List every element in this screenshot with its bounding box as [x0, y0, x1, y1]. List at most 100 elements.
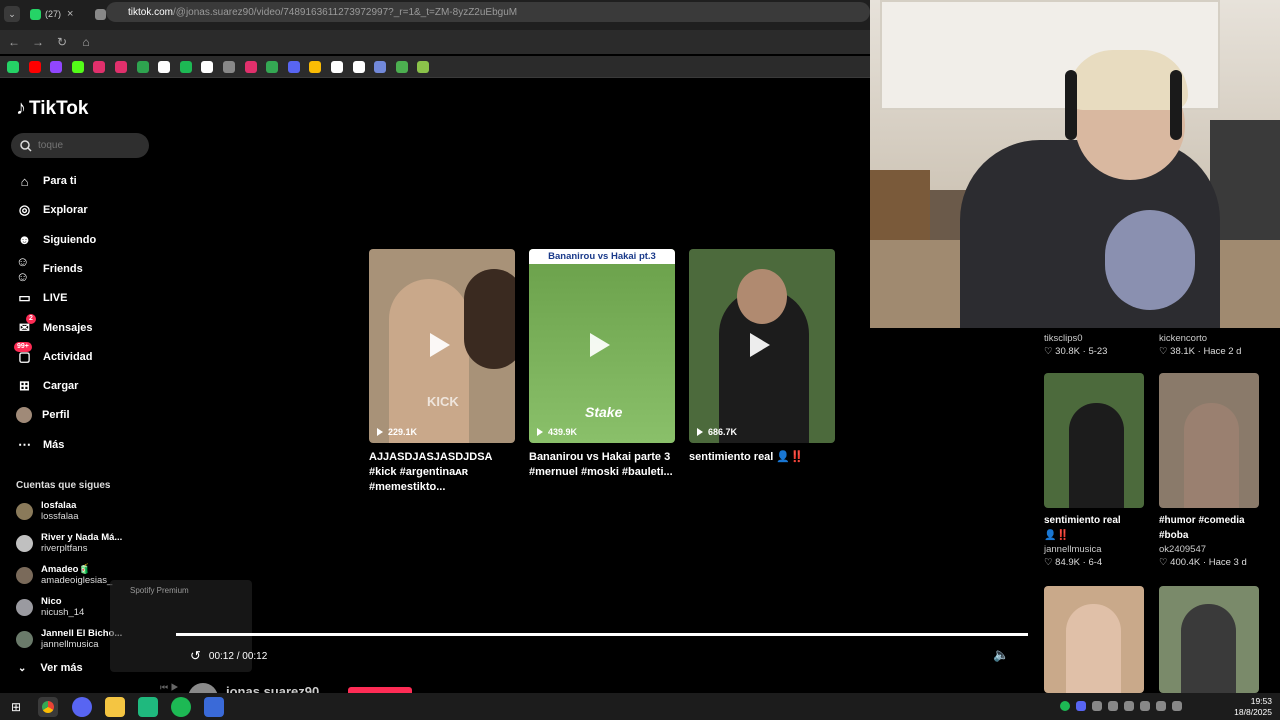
- bookmark-icon[interactable]: [417, 61, 430, 73]
- bookmark-icon[interactable]: [395, 61, 408, 73]
- related-video-meta[interactable]: kickencorto ♡ 38.1K · Hace 2 d: [1159, 332, 1259, 358]
- bookmark-icon[interactable]: [136, 61, 149, 73]
- related-video-card[interactable]: [1044, 586, 1144, 693]
- video-caption[interactable]: sentimiento real 👤‼️: [689, 450, 839, 465]
- prev-icon[interactable]: ⏮ ▶: [160, 682, 179, 693]
- related-video-caption[interactable]: #humor #comedia #boba: [1159, 513, 1259, 543]
- post-date: Hace 2 d: [1203, 346, 1242, 357]
- bookmark-icon[interactable]: [179, 61, 192, 73]
- video-card[interactable]: Bananirou vs Hakai pt.3 Stake 439.9K Banani…: [529, 249, 675, 480]
- bookmark-icon[interactable]: [71, 61, 84, 73]
- followed-account[interactable]: Nico nicush_14: [16, 594, 84, 620]
- windows-start-icon[interactable]: ⊞: [6, 697, 26, 717]
- account-username: lossfalaa: [41, 511, 79, 522]
- chevron-down-icon: ⌄: [18, 662, 27, 674]
- bookmark-icon[interactable]: [266, 61, 279, 73]
- related-video-caption[interactable]: sentimiento real 👤‼️: [1044, 513, 1144, 543]
- video-thumbnail[interactable]: 686.7K: [689, 249, 835, 443]
- app-icon[interactable]: [138, 697, 158, 717]
- bookmark-icon[interactable]: [7, 61, 19, 73]
- followed-account[interactable]: River y Nada Má... riverpltfans: [16, 530, 122, 556]
- bookmark-icon[interactable]: [331, 61, 343, 73]
- chrome-icon[interactable]: [38, 697, 58, 717]
- bookmark-icon[interactable]: [93, 61, 106, 73]
- url-bar[interactable]: tiktok.com/@jonas.suarez90/video/7489163…: [106, 2, 870, 22]
- browser-tab[interactable]: (27) ×: [30, 4, 73, 24]
- bookmark-icon[interactable]: [115, 61, 127, 73]
- related-video-thumbnail[interactable]: [1044, 373, 1144, 508]
- video-thumbnail[interactable]: Bananirou vs Hakai pt.3 Stake 439.9K: [529, 249, 675, 443]
- bookmark-icon[interactable]: [352, 61, 365, 73]
- spotify-icon[interactable]: [171, 697, 191, 717]
- bookmark-icon[interactable]: [374, 61, 387, 73]
- nav-item-upload[interactable]: ⊞ Cargar: [16, 375, 78, 397]
- related-video-card[interactable]: #humor #comedia #boba ok2409547 ♡ 400.4K ·…: [1159, 373, 1259, 569]
- url-host: tiktok.com: [128, 6, 174, 18]
- see-more-button[interactable]: ⌄ Ver más: [18, 662, 83, 674]
- video-card[interactable]: 686.7K sentimiento real 👤‼️: [689, 249, 835, 465]
- home-button[interactable]: ⌂: [78, 34, 94, 50]
- bookmark-icon[interactable]: [223, 61, 235, 73]
- nav-item-friends[interactable]: ☺☺ Friends: [16, 253, 83, 284]
- system-clock[interactable]: 19:53 18/8/2025: [1234, 696, 1272, 718]
- related-video-meta[interactable]: tiksclips0 ♡ 30.8K · 5-23: [1044, 332, 1144, 358]
- related-video-thumbnail[interactable]: [1044, 586, 1144, 693]
- related-video-card[interactable]: [1159, 586, 1259, 693]
- bookmark-icon[interactable]: [158, 61, 171, 73]
- nav-item-home[interactable]: ⌂ Para ti: [16, 170, 77, 192]
- video-caption[interactable]: Bananirou vs Hakai parte 3 #mernuel #mos…: [529, 450, 679, 480]
- reload-button[interactable]: ↻: [54, 34, 70, 50]
- search-box[interactable]: [11, 133, 149, 158]
- video-author[interactable]: tiksclips0: [1044, 332, 1144, 345]
- play-icon[interactable]: [430, 333, 450, 357]
- tab-close-icon[interactable]: ×: [67, 8, 73, 20]
- file-explorer-icon[interactable]: [105, 697, 125, 717]
- play-icon[interactable]: [750, 333, 770, 357]
- tab-favicon-icon: [30, 8, 41, 20]
- nav-label: Siguiendo: [43, 233, 97, 246]
- nav-item-more[interactable]: ⋯ Más: [16, 434, 64, 456]
- video-card[interactable]: KICK 229.1K AJJASDJASJASDJDSA #kick #argen…: [369, 249, 515, 495]
- bookmark-icon[interactable]: [309, 61, 322, 73]
- play-icon[interactable]: [590, 333, 610, 357]
- video-progress-bar[interactable]: [176, 633, 1028, 636]
- bookmark-icon[interactable]: [287, 61, 300, 73]
- account-name: losfalaa: [41, 500, 77, 511]
- avatar: [16, 630, 33, 648]
- video-author[interactable]: kickencorto: [1159, 332, 1259, 345]
- followed-account[interactable]: losfalaa lossfalaa: [16, 498, 79, 524]
- bookmark-icon[interactable]: [28, 61, 41, 73]
- nav-item-activity[interactable]: ▢ 99+ Actividad: [14, 342, 93, 368]
- replay-icon[interactable]: ↺: [190, 648, 201, 664]
- back-button[interactable]: ←: [6, 34, 22, 50]
- video-author[interactable]: ok2409547: [1159, 543, 1259, 556]
- tiktok-logo[interactable]: ♪ TikTok: [16, 97, 88, 120]
- search-input[interactable]: [38, 140, 138, 151]
- view-count: 229.1K: [377, 427, 417, 437]
- discord-icon[interactable]: [72, 697, 92, 717]
- nav-item-following[interactable]: ☻ Siguiendo: [16, 229, 97, 251]
- video-thumbnail[interactable]: KICK 229.1K: [369, 249, 515, 443]
- bookmark-icon[interactable]: [201, 61, 214, 73]
- nav-item-live[interactable]: ▭ LIVE: [16, 287, 67, 309]
- system-tray[interactable]: [1060, 701, 1230, 711]
- related-video-thumbnail[interactable]: [1159, 373, 1259, 508]
- related-video-card[interactable]: sentimiento real 👤‼️ jannellmusica ♡ 84.9K…: [1044, 373, 1144, 569]
- nav-item-profile[interactable]: Perfil: [16, 404, 70, 426]
- avatar: [16, 502, 33, 520]
- bookmark-icon[interactable]: [50, 61, 63, 73]
- friends-icon: ☺☺: [16, 253, 30, 284]
- bookmark-icon[interactable]: [244, 61, 257, 73]
- video-caption[interactable]: AJJASDJASJASDJDSA #kick #argentinaᴀʀ #me…: [369, 450, 519, 495]
- related-video-thumbnail[interactable]: [1159, 586, 1259, 693]
- video-author[interactable]: jannellmusica: [1044, 543, 1144, 556]
- thumbnail-figure: [1066, 604, 1121, 693]
- followed-account[interactable]: Jannell El Bicho... jannellmusica: [16, 626, 122, 652]
- nav-item-compass[interactable]: ◎ Explorar: [16, 199, 88, 221]
- nav-item-messages[interactable]: ✉ 2 Mensajes: [16, 314, 93, 339]
- volume-icon[interactable]: 🔈: [993, 647, 1009, 663]
- forward-button[interactable]: →: [30, 34, 46, 50]
- remote-desktop-icon[interactable]: [204, 697, 224, 717]
- tab-list-button[interactable]: ⌄: [4, 4, 20, 24]
- followed-account[interactable]: Amadeo🧃 amadeoiglesias_: [16, 562, 112, 588]
